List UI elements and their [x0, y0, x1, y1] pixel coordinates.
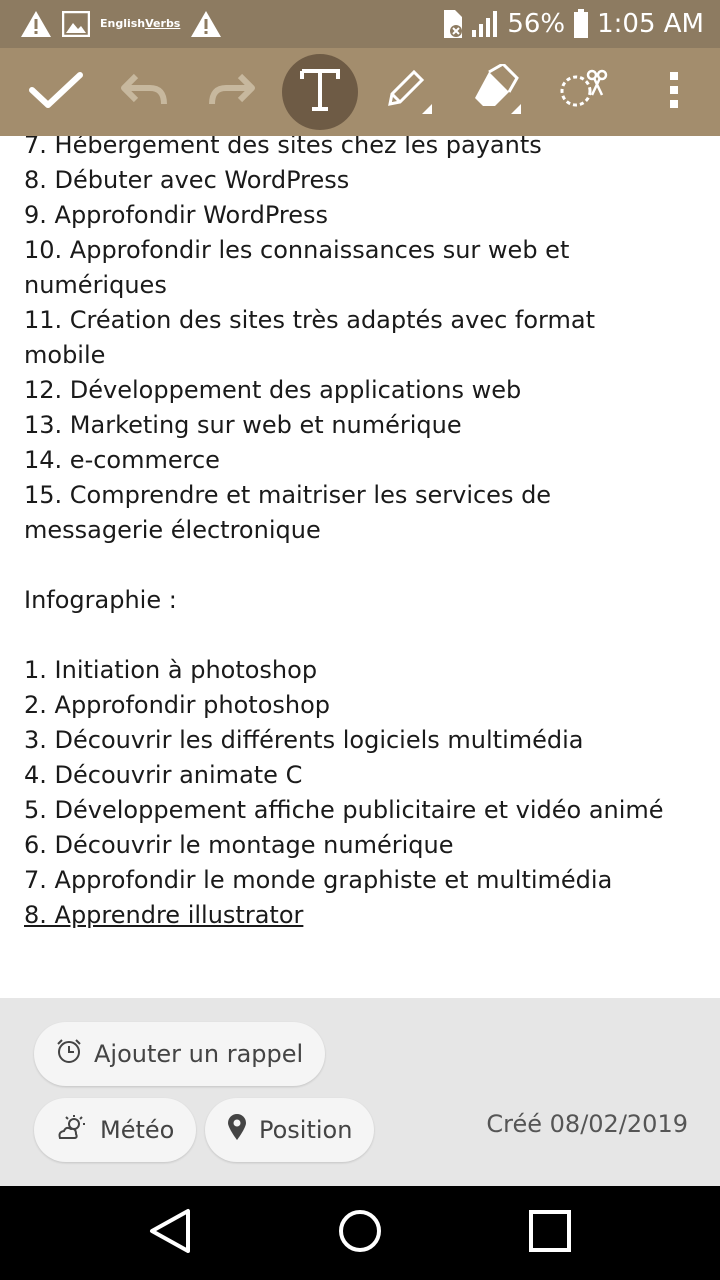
recents-button[interactable]: [502, 1186, 598, 1280]
note-line: 3. Découvrir les différents logiciels mu…: [24, 726, 584, 754]
signal-icon: [471, 10, 499, 38]
note-line-current: 8. Apprendre illustrator: [24, 901, 304, 929]
weather-icon: [56, 1114, 88, 1146]
location-button[interactable]: Position: [205, 1098, 375, 1162]
done-button[interactable]: [16, 48, 96, 136]
note-line: 2. Approfondir photoshop: [24, 691, 331, 719]
note-line: 9. Approfondir WordPress: [24, 201, 329, 229]
location-pin-icon: [227, 1113, 247, 1147]
editor-toolbar: [0, 48, 720, 136]
recents-icon: [528, 1209, 572, 1257]
note-line: 11. Création des sites très adaptés avec…: [24, 306, 595, 334]
note-text-area[interactable]: 7. Hébergement des sites chez les payant…: [24, 136, 704, 996]
navigation-bar: [0, 1186, 720, 1280]
eraser-tool-button[interactable]: [456, 48, 536, 136]
add-reminder-label: Ajouter un rappel: [94, 1040, 304, 1068]
check-icon: [28, 70, 84, 114]
undo-icon: [120, 70, 168, 114]
note-line: 13. Marketing sur web et numérique: [24, 411, 462, 439]
note-line: 4. Découvrir animate C: [24, 761, 303, 789]
image-icon: [62, 11, 90, 37]
note-line: 15. Comprendre et maitriser les services…: [24, 481, 552, 509]
text-icon: [298, 67, 342, 117]
warning-icon: [20, 10, 52, 38]
battery-icon: [573, 9, 589, 39]
text-tool-button[interactable]: [280, 48, 360, 136]
status-bar: English Verbs 56% 1:05 AM: [0, 0, 720, 48]
undo-button[interactable]: [104, 48, 184, 136]
weather-label: Météo: [100, 1116, 175, 1144]
note-line: [24, 618, 704, 653]
weather-button[interactable]: Météo: [34, 1098, 197, 1162]
note-line: 5. Développement affiche publicitaire et…: [24, 796, 664, 824]
pen-icon: [382, 64, 434, 120]
eraser-icon: [469, 62, 523, 120]
alarm-clock-icon: [56, 1038, 82, 1070]
note-line: 6. Découvrir le montage numérique: [24, 831, 454, 859]
sim-card-icon: [441, 9, 463, 39]
redo-icon: [208, 70, 256, 114]
note-line: messagerie électronique: [24, 516, 321, 544]
note-line: numériques: [24, 271, 167, 299]
home-button[interactable]: [312, 1186, 408, 1280]
note-line: 10. Approfondir les connaissances sur we…: [24, 236, 570, 264]
add-reminder-button[interactable]: Ajouter un rappel: [34, 1022, 326, 1086]
note-line: [24, 548, 704, 583]
more-icon: [668, 70, 680, 114]
note-line: 7. Hébergement des sites chez les payant…: [24, 136, 542, 159]
home-icon: [337, 1208, 383, 1258]
note-line: 7. Approfondir le monde graphiste et mul…: [24, 866, 613, 894]
battery-percent: 56%: [507, 9, 566, 39]
note-line: 14. e-commerce: [24, 446, 220, 474]
lasso-icon: [558, 65, 610, 119]
english-verbs-icon: English Verbs: [100, 17, 181, 30]
location-label: Position: [259, 1116, 353, 1144]
note-line: 12. Développement des applications web: [24, 376, 522, 404]
warning-icon: [190, 10, 222, 38]
pen-tool-button[interactable]: [368, 48, 448, 136]
more-options-button[interactable]: [634, 48, 714, 136]
back-icon: [148, 1208, 192, 1258]
redo-button[interactable]: [192, 48, 272, 136]
note-heading: Infographie :: [24, 586, 177, 614]
note-line: 1. Initiation à photoshop: [24, 656, 318, 684]
created-date: Créé 08/02/2019: [486, 1110, 688, 1138]
back-button[interactable]: [122, 1186, 218, 1280]
note-line: 8. Débuter avec WordPress: [24, 166, 350, 194]
note-line: mobile: [24, 341, 106, 369]
note-info-panel: Ajouter un rappel Météo Position: [0, 998, 720, 1186]
clock: 1:05 AM: [597, 9, 704, 39]
lasso-tool-button[interactable]: [544, 48, 624, 136]
